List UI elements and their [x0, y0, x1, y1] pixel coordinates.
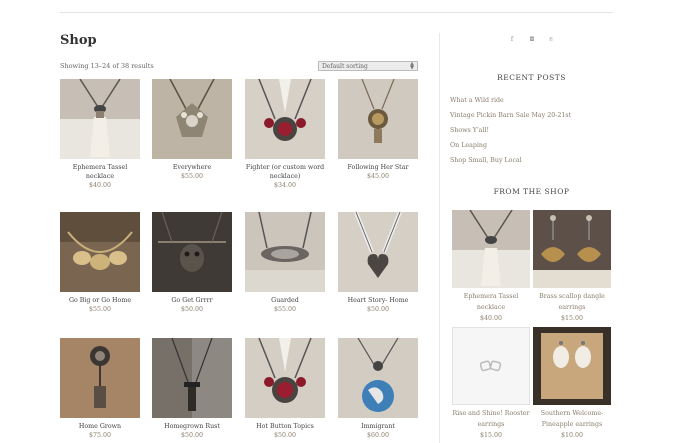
product-image[interactable] — [152, 79, 232, 159]
product-price: $45.00 — [366, 173, 390, 180]
sort-arrows-icon: ▲ ▼ — [410, 61, 414, 71]
product-card[interactable]: Immigrant $60.00 — [338, 338, 418, 440]
product-price: $55.00 — [180, 173, 204, 180]
recent-posts-heading: RECENT POSTS — [497, 73, 566, 82]
product-card[interactable]: Heart Story- Home $50.00 — [338, 212, 418, 314]
recent-post-link[interactable]: Shows Y'all! — [450, 127, 489, 134]
sidebar-product[interactable]: Southern Welcome- Pineapple earrings $10… — [533, 327, 611, 441]
image-placeholder-icon — [480, 360, 502, 372]
product-price: $50.00 — [366, 306, 390, 313]
product-card[interactable]: Hot Button Topics $50.00 — [245, 338, 325, 440]
recent-post-link[interactable]: On Leaping — [450, 142, 487, 149]
header-divider — [60, 12, 613, 13]
product-card[interactable]: Fighter (or custom word necklace) $34.00 — [245, 79, 325, 190]
recent-post-link[interactable]: Shop Small, Buy Local — [450, 157, 522, 164]
sidebar-product-price: $40.00 — [479, 315, 503, 322]
product-price: $55.00 — [273, 306, 297, 313]
sidebar-product-name[interactable]: Southern Welcome- Pineapple earrings — [533, 408, 611, 430]
product-name[interactable]: Immigrant — [338, 422, 418, 431]
product-price: $60.00 — [366, 432, 390, 439]
pinterest-icon[interactable]: ℗ — [546, 36, 556, 43]
product-image[interactable] — [152, 212, 232, 292]
product-image[interactable] — [245, 79, 325, 159]
product-name[interactable]: Everywhere — [152, 163, 232, 172]
product-name[interactable]: Hot Button Topics — [245, 422, 325, 431]
product-name[interactable]: Following Her Star — [338, 163, 418, 172]
sort-select[interactable]: Default sorting ▲ ▼ — [318, 61, 418, 71]
product-name[interactable]: Go Big or Go Home — [60, 296, 140, 305]
product-name[interactable]: Guarded — [245, 296, 325, 305]
product-image[interactable] — [60, 212, 140, 292]
sidebar-product-image[interactable] — [452, 210, 530, 288]
product-name[interactable]: Fighter (or custom word necklace) — [245, 163, 325, 181]
product-price: $55.00 — [88, 306, 112, 313]
product-price: $50.00 — [180, 306, 204, 313]
sidebar-product-price: $15.00 — [479, 432, 503, 439]
sidebar-product-image[interactable] — [533, 210, 611, 288]
product-card[interactable]: Guarded $55.00 — [245, 212, 325, 314]
product-image[interactable] — [338, 79, 418, 159]
sort-select-value: Default sorting — [322, 63, 368, 70]
product-card[interactable]: Ephemera Tassel necklace $40.00 — [60, 79, 140, 190]
sidebar-product[interactable]: Rise and Shine! Rooster earrings $15.00 — [452, 327, 530, 441]
product-card[interactable]: Following Her Star $45.00 — [338, 79, 418, 181]
column-divider — [439, 33, 440, 443]
product-card[interactable]: Go Get Grrrr $50.00 — [152, 212, 232, 314]
product-image[interactable] — [338, 212, 418, 292]
product-card[interactable]: Go Big or Go Home $55.00 — [60, 212, 140, 314]
product-name[interactable]: Home Grown — [60, 422, 140, 431]
from-the-shop-heading: FROM THE SHOP — [493, 187, 570, 196]
product-image[interactable] — [245, 338, 325, 418]
sidebar-product-name[interactable]: Ephemera Tassel necklace — [452, 291, 530, 313]
product-price: $50.00 — [273, 432, 297, 439]
product-price: $34.00 — [273, 182, 297, 189]
product-card[interactable]: Everywhere $55.00 — [152, 79, 232, 181]
result-count: Showing 13–24 of 38 results — [60, 62, 154, 70]
sidebar-product[interactable]: Ephemera Tassel necklace $40.00 — [452, 210, 530, 324]
sidebar-product[interactable]: Brass scallop dangle earrings $15.00 — [533, 210, 611, 324]
product-price: $50.00 — [180, 432, 204, 439]
recent-post-link[interactable]: Vintage Pickin Barn Sale May 20-21st — [450, 112, 571, 119]
page-title: Shop — [60, 33, 97, 48]
product-name[interactable]: Go Get Grrrr — [152, 296, 232, 305]
product-price: $75.00 — [88, 432, 112, 439]
instagram-icon[interactable]: ◘ — [527, 36, 537, 43]
product-image[interactable] — [60, 79, 140, 159]
product-name[interactable]: Heart Story- Home — [338, 296, 418, 305]
product-name[interactable]: Ephemera Tassel necklace — [60, 163, 140, 181]
product-image[interactable] — [338, 338, 418, 418]
product-card[interactable]: Home Grown $75.00 — [60, 338, 140, 440]
sidebar-product-name[interactable]: Brass scallop dangle earrings — [533, 291, 611, 313]
sidebar-product-price: $10.00 — [560, 432, 584, 439]
product-price: $40.00 — [88, 182, 112, 189]
product-card[interactable]: Homegrown Rust $50.00 — [152, 338, 232, 440]
recent-post-link[interactable]: What a Wild ride — [450, 97, 504, 104]
sidebar-product-image[interactable] — [452, 327, 530, 405]
facebook-icon[interactable]: f — [507, 36, 517, 43]
product-image[interactable] — [152, 338, 232, 418]
product-image[interactable] — [245, 212, 325, 292]
sidebar-product-name[interactable]: Rise and Shine! Rooster earrings — [452, 408, 530, 430]
product-image[interactable] — [60, 338, 140, 418]
product-name[interactable]: Homegrown Rust — [152, 422, 232, 431]
sidebar-product-image[interactable] — [533, 327, 611, 405]
sidebar-product-price: $15.00 — [560, 315, 584, 322]
